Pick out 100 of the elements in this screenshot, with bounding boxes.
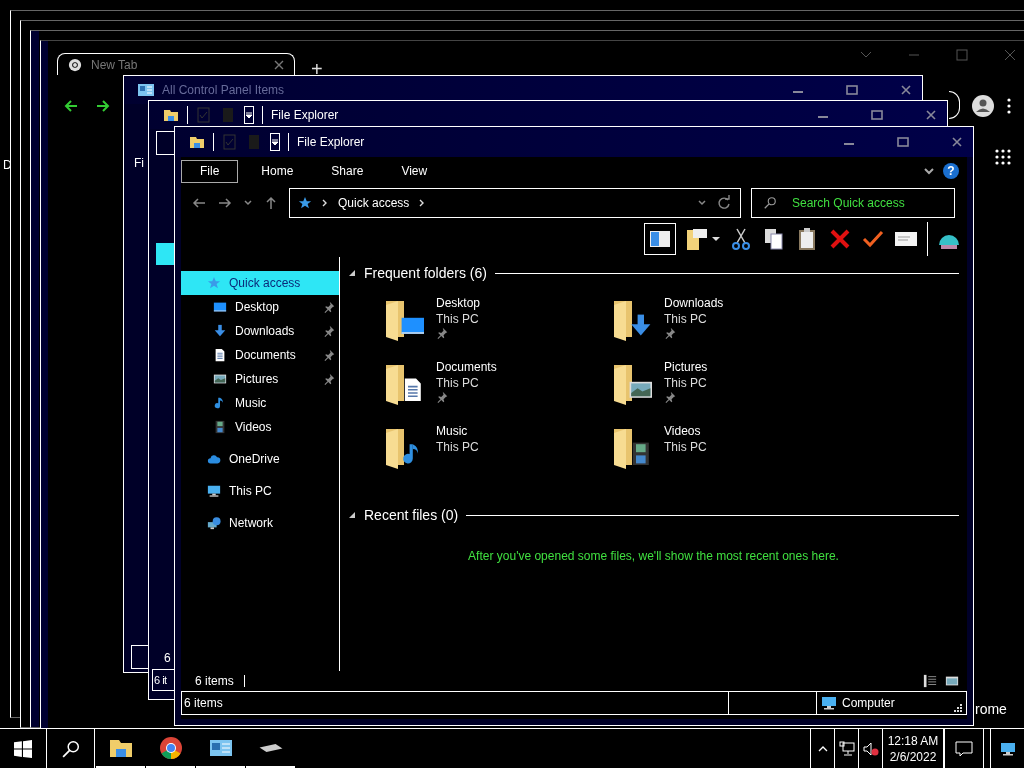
nav-item[interactable]: Music xyxy=(181,391,339,415)
nav-item[interactable]: Quick access xyxy=(181,271,339,295)
nav-item[interactable]: Network xyxy=(181,511,339,535)
large-icons-view-icon[interactable] xyxy=(945,674,959,688)
pin-icon xyxy=(664,391,676,403)
checkmark-document-icon[interactable] xyxy=(196,107,212,123)
resize-grip-icon[interactable] xyxy=(954,704,962,712)
folder-properties-icon[interactable] xyxy=(685,227,709,251)
close-icon[interactable] xyxy=(925,109,937,121)
caret-icon[interactable] xyxy=(712,235,720,243)
network-icon xyxy=(838,740,855,757)
folder-location: This PC xyxy=(436,439,479,455)
back-arrow-icon[interactable] xyxy=(63,98,79,114)
folder-name[interactable]: Desktop xyxy=(436,295,481,311)
window-text: rome xyxy=(975,701,1007,717)
refresh-icon[interactable] xyxy=(716,195,732,211)
new-tab-button[interactable]: + xyxy=(311,59,323,79)
close-icon[interactable] xyxy=(274,59,284,70)
close-icon[interactable] xyxy=(900,84,912,96)
window-title: All Control Panel Items xyxy=(162,83,285,97)
folder-name[interactable]: Videos xyxy=(664,423,701,439)
pin-icon xyxy=(664,327,676,339)
folder-name[interactable]: Pictures xyxy=(664,359,708,375)
window-title: File Explorer xyxy=(297,135,365,149)
browser-logo-icon xyxy=(68,57,82,72)
breadcrumb-item[interactable]: Quick access xyxy=(338,196,410,210)
folder-location: This PC xyxy=(664,439,707,455)
folder-name[interactable]: Documents xyxy=(436,359,497,375)
folder-icon xyxy=(189,134,205,150)
location-text: Computer xyxy=(842,696,895,710)
help-button[interactable]: ? xyxy=(943,163,959,179)
ribbon-tab[interactable]: View xyxy=(386,159,443,183)
chevron-right-icon[interactable] xyxy=(321,198,329,208)
preview-pane-icon[interactable] xyxy=(644,223,676,255)
folder-location: This PC xyxy=(664,375,707,391)
details-view-icon[interactable] xyxy=(923,674,937,688)
pin-icon[interactable] xyxy=(323,349,335,361)
copy-icon[interactable] xyxy=(762,227,786,251)
maximize-icon[interactable] xyxy=(897,136,909,148)
nav-item[interactable]: This PC xyxy=(181,479,339,503)
menu-icon[interactable] xyxy=(1007,98,1011,114)
browser-logo-icon xyxy=(158,735,183,760)
clock[interactable]: 12:18 AM 2/6/2022 xyxy=(882,729,944,768)
chevron-down-icon[interactable] xyxy=(697,198,707,208)
film-icon xyxy=(213,420,227,434)
network-button[interactable] xyxy=(834,729,858,768)
pin-icon xyxy=(436,327,448,339)
windows-logo-icon xyxy=(14,739,32,758)
ribbon-tab[interactable]: File xyxy=(181,159,239,183)
collapse-icon[interactable] xyxy=(348,269,356,277)
pin-icon[interactable] xyxy=(323,325,335,337)
nav-item[interactable]: OneDrive xyxy=(181,447,339,471)
forward-arrow-icon[interactable] xyxy=(95,98,111,114)
computer-icon xyxy=(821,695,837,711)
folder-location: This PC xyxy=(436,311,479,327)
nav-item[interactable]: Videos xyxy=(181,415,339,439)
search-field[interactable]: Search Quick access xyxy=(751,188,955,218)
download-icon xyxy=(213,324,227,338)
pin-icon xyxy=(436,391,448,403)
close-icon[interactable] xyxy=(1004,49,1016,61)
star-icon xyxy=(207,276,221,290)
folder-name[interactable]: Music xyxy=(436,423,468,439)
ribbon-tab[interactable]: Home xyxy=(246,159,309,183)
apps-grid-icon[interactable] xyxy=(995,149,1011,165)
control-panel-icon xyxy=(138,82,154,98)
delete-icon[interactable] xyxy=(828,227,852,251)
nav-item[interactable]: Documents xyxy=(181,343,339,367)
muted-speaker-icon xyxy=(862,740,879,757)
scissors-icon[interactable] xyxy=(729,227,753,251)
nav-item[interactable]: Pictures xyxy=(181,367,339,391)
document-icon xyxy=(213,348,227,362)
keyboard-icon xyxy=(258,743,283,752)
network-icon xyxy=(207,516,221,530)
search-icon xyxy=(763,196,777,210)
section-title[interactable]: Frequent folders (6) xyxy=(364,265,487,281)
checkmark-document-icon[interactable] xyxy=(222,134,238,150)
chevron-down-icon[interactable] xyxy=(243,198,253,208)
nav-item[interactable]: Desktop xyxy=(181,295,339,319)
maximize-icon[interactable] xyxy=(846,84,858,96)
nav-item[interactable]: Downloads xyxy=(181,319,339,343)
dropdown-icon[interactable] xyxy=(270,133,280,151)
search-icon xyxy=(61,739,80,758)
folder-name[interactable]: Downloads xyxy=(664,295,724,311)
window-title: File Explorer xyxy=(271,108,339,122)
close-icon[interactable] xyxy=(951,136,963,148)
maximize-icon[interactable] xyxy=(871,109,883,121)
address-bar[interactable]: Quick access xyxy=(289,188,741,218)
speech-bubble-icon xyxy=(955,739,973,758)
monitor-icon xyxy=(999,740,1016,757)
star-icon xyxy=(298,196,312,210)
chevron-down-icon[interactable] xyxy=(923,165,935,177)
avatar-icon[interactable] xyxy=(972,95,994,117)
ribbon-tab[interactable]: Share xyxy=(316,159,379,183)
pin-icon[interactable] xyxy=(323,301,335,313)
section-title[interactable]: Recent files (0) xyxy=(364,507,459,523)
dropdown-icon[interactable] xyxy=(244,106,254,124)
pin-icon[interactable] xyxy=(323,373,335,385)
notifications-button[interactable] xyxy=(944,729,984,768)
collapse-icon[interactable] xyxy=(348,511,356,519)
volume-button[interactable] xyxy=(858,729,882,768)
